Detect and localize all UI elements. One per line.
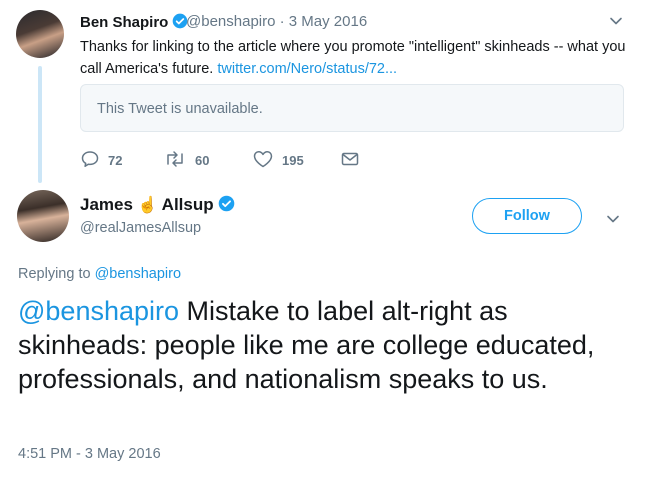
retweet-count: 60 xyxy=(195,153,210,168)
author-name-first[interactable]: James xyxy=(80,195,138,214)
tweet-date[interactable]: 3 May 2016 xyxy=(289,13,367,30)
verified-badge-icon xyxy=(218,195,235,217)
retweet-button[interactable]: 60 xyxy=(163,150,209,171)
avatar[interactable] xyxy=(17,190,69,242)
retweet-icon xyxy=(163,150,195,171)
envelope-icon xyxy=(340,150,368,171)
like-button[interactable]: 195 xyxy=(252,150,304,171)
reply-count: 72 xyxy=(108,153,123,168)
chevron-down-icon[interactable] xyxy=(606,212,620,231)
tweet1-author[interactable]: Ben Shapiro xyxy=(80,13,188,33)
author-handle[interactable]: @realJamesAllsup xyxy=(80,220,201,236)
unavailable-text: This Tweet is unavailable. xyxy=(97,101,263,117)
replying-to: Replying to @benshapiro xyxy=(18,266,181,282)
pointing-up-emoji: ☝ xyxy=(137,197,158,214)
reply-button[interactable]: 72 xyxy=(80,150,122,171)
mention-link[interactable]: @benshapiro xyxy=(18,296,179,326)
quoted-tweet-unavailable[interactable]: This Tweet is unavailable. xyxy=(80,84,624,132)
tweet2-text: @benshapiro Mistake to label alt-right a… xyxy=(18,294,618,396)
tweet1-text: Thanks for linking to the article where … xyxy=(80,36,635,80)
heart-icon xyxy=(252,150,282,171)
author-handle[interactable]: @benshapiro xyxy=(186,13,275,30)
chevron-down-icon[interactable] xyxy=(609,14,623,33)
reply-icon xyxy=(80,150,108,171)
tweet-timestamp[interactable]: 4:51 PM - 3 May 2016 xyxy=(18,446,161,462)
replying-to-link[interactable]: @benshapiro xyxy=(95,266,181,282)
tweet1-meta: @benshapiro · 3 May 2016 xyxy=(186,13,367,30)
tweet2-author[interactable]: James ☝ Allsup xyxy=(80,195,235,217)
follow-button[interactable]: Follow xyxy=(472,198,582,234)
separator-dot: · xyxy=(275,13,289,30)
author-name[interactable]: Ben Shapiro xyxy=(80,14,168,31)
direct-message-button[interactable] xyxy=(340,150,368,171)
author-name-last[interactable]: Allsup xyxy=(158,195,214,214)
replying-prefix: Replying to xyxy=(18,266,95,282)
avatar[interactable] xyxy=(16,10,64,58)
tweet-link[interactable]: twitter.com/Nero/status/72... xyxy=(217,61,397,77)
thread-connector-line xyxy=(38,66,42,183)
like-count: 195 xyxy=(282,153,304,168)
